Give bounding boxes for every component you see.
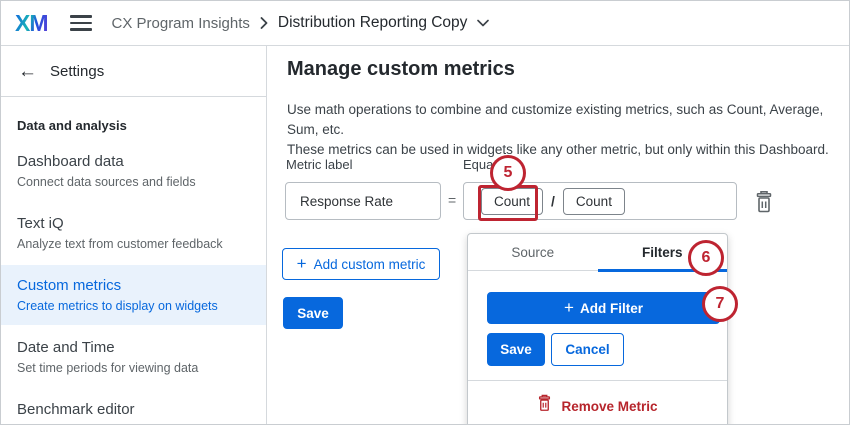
add-custom-metric-button[interactable]: + Add custom metric (282, 248, 440, 280)
back-label: Settings (50, 63, 104, 80)
equals-sign: = (448, 192, 456, 208)
popup-save-button[interactable]: Save (487, 333, 545, 366)
sidebar-item-text-iq[interactable]: Text iQ Analyze text from customer feedb… (1, 203, 266, 263)
divide-operator: / (551, 193, 555, 209)
count-operand-1-button[interactable]: Count (481, 188, 543, 215)
breadcrumb: CX Program Insights Distribution Reporti… (112, 14, 490, 32)
item-title: Text iQ (17, 214, 250, 233)
chevron-down-icon[interactable] (477, 19, 489, 27)
menu-icon[interactable] (70, 15, 92, 31)
chevron-right-icon (260, 17, 268, 29)
item-title: Benchmark editor (17, 400, 250, 419)
arrow-left-icon: ← (18, 62, 37, 81)
breadcrumb-page[interactable]: Distribution Reporting Copy (278, 14, 468, 32)
main-content: Manage custom metrics Use math operation… (267, 46, 849, 425)
item-title: Date and Time (17, 338, 250, 357)
xm-logo: XM (15, 10, 48, 37)
sidebar-item-dashboard-data[interactable]: Dashboard data Connect data sources and … (1, 141, 266, 201)
settings-sidebar: ← Settings Data and analysis Dashboard d… (1, 46, 267, 425)
add-custom-metric-label: Add custom metric (314, 257, 426, 272)
sidebar-item-custom-metrics[interactable]: Custom metrics Create metrics to display… (1, 265, 266, 325)
equation-box[interactable]: Count / Count (463, 182, 737, 220)
item-subtitle: Set time periods for viewing data (17, 360, 250, 376)
tab-source[interactable]: Source (468, 234, 598, 270)
tab-filters[interactable]: Filters (598, 234, 728, 270)
item-subtitle: Create metrics to display on widgets (17, 298, 250, 314)
metric-label-input[interactable] (285, 182, 441, 220)
metric-label-caption: Metric label (286, 157, 352, 172)
app-window: XM CX Program Insights Distribution Repo… (0, 0, 850, 425)
delete-metric-trash-icon[interactable] (754, 190, 774, 218)
count-operand-2-button[interactable]: Count (563, 188, 625, 215)
description-line-2: These metrics can be used in widgets lik… (287, 140, 849, 160)
plus-icon: + (297, 255, 307, 272)
remove-metric-button[interactable]: Remove Metric (468, 392, 727, 420)
page-title: Manage custom metrics (287, 58, 515, 81)
plus-icon: + (564, 299, 574, 316)
add-filter-label: Add Filter (580, 301, 643, 316)
item-title: Dashboard data (17, 152, 250, 171)
popup-cancel-button[interactable]: Cancel (551, 333, 624, 366)
sidebar-section-label: Data and analysis (17, 118, 250, 133)
popup-divider (468, 380, 727, 381)
metric-options-popup: Source Filters + Add Filter Save Cancel (467, 233, 728, 425)
breadcrumb-program[interactable]: CX Program Insights (112, 15, 250, 32)
top-nav: XM CX Program Insights Distribution Repo… (1, 1, 849, 46)
sidebar-item-benchmark-editor[interactable]: Benchmark editor Add industry benchmarks (1, 389, 266, 425)
item-title: Custom metrics (17, 276, 250, 295)
page-description: Use math operations to combine and custo… (287, 100, 849, 160)
back-to-settings[interactable]: ← Settings (1, 46, 266, 97)
popup-tabs: Source Filters (468, 234, 727, 271)
item-subtitle: Analyze text from customer feedback (17, 236, 250, 252)
add-filter-button[interactable]: + Add Filter (487, 292, 720, 324)
equation-caption: Equation (463, 157, 514, 172)
description-line-1: Use math operations to combine and custo… (287, 100, 849, 140)
sidebar-item-date-and-time[interactable]: Date and Time Set time periods for viewi… (1, 327, 266, 387)
remove-metric-label: Remove Metric (561, 399, 657, 414)
trash-icon-red (537, 394, 552, 418)
save-button[interactable]: Save (283, 297, 343, 329)
item-subtitle: Connect data sources and fields (17, 174, 250, 190)
